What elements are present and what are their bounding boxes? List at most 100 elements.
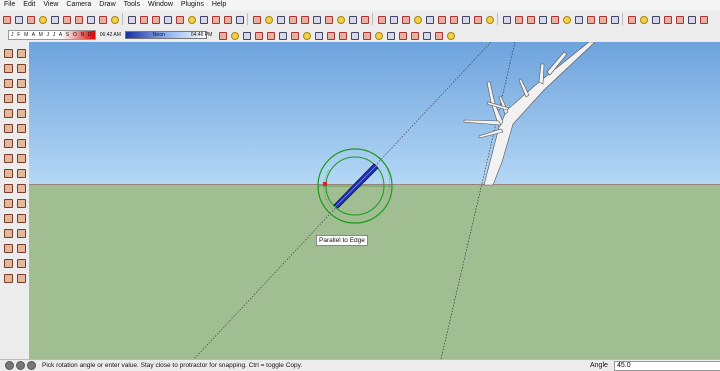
fog-icon[interactable]: [674, 14, 684, 24]
polygon-icon[interactable]: [97, 14, 107, 24]
rotate-icon[interactable]: [150, 14, 160, 24]
text-icon[interactable]: [16, 183, 26, 193]
top-view-icon[interactable]: [376, 14, 386, 24]
trim-icon[interactable]: [373, 30, 384, 40]
select-icon[interactable]: [3, 48, 13, 58]
dimension-icon[interactable]: [222, 14, 232, 24]
look-around-icon[interactable]: [229, 30, 240, 40]
get-models-icon[interactable]: [537, 14, 547, 24]
solid-inspector-icon[interactable]: [409, 30, 420, 40]
freehand-icon[interactable]: [109, 14, 119, 24]
menu-camera[interactable]: Camera: [62, 0, 95, 10]
split-icon[interactable]: [385, 30, 396, 40]
circle-icon[interactable]: [3, 93, 13, 103]
share-model-icon[interactable]: [549, 14, 559, 24]
outliner-icon[interactable]: [686, 14, 696, 24]
3d-text-icon[interactable]: [263, 14, 273, 24]
flip-edge-icon[interactable]: [325, 30, 336, 40]
offset-icon[interactable]: [186, 14, 196, 24]
hidden-line-icon[interactable]: [460, 14, 470, 24]
position-camera-icon[interactable]: [217, 30, 228, 40]
union-icon[interactable]: [349, 30, 360, 40]
freehand-icon[interactable]: [16, 108, 26, 118]
xray-icon[interactable]: [436, 14, 446, 24]
menu-edit[interactable]: Edit: [19, 0, 39, 10]
zoom-icon[interactable]: [299, 14, 309, 24]
previous-view-icon[interactable]: [16, 243, 26, 253]
photo-textures-icon[interactable]: [585, 14, 595, 24]
menu-draw[interactable]: Draw: [95, 0, 119, 10]
arc-icon[interactable]: [85, 14, 95, 24]
layer-manager-icon[interactable]: [638, 14, 648, 24]
eraser-icon[interactable]: [16, 63, 26, 73]
smoove-icon[interactable]: [277, 30, 288, 40]
scale-icon[interactable]: [174, 14, 184, 24]
rectangle-icon[interactable]: [3, 78, 13, 88]
component-attributes-icon[interactable]: [433, 30, 444, 40]
arc-icon[interactable]: [16, 93, 26, 103]
ruby-console-icon[interactable]: [609, 14, 619, 24]
menu-view[interactable]: View: [39, 0, 62, 10]
follow-me-icon[interactable]: [162, 14, 172, 24]
dimension-icon[interactable]: [16, 168, 26, 178]
menu-help[interactable]: Help: [208, 0, 230, 10]
pan-icon[interactable]: [287, 14, 297, 24]
shadow-month-selector[interactable]: J F M A M J J A S O N D: [8, 29, 96, 40]
front-view-icon[interactable]: [388, 14, 398, 24]
interact-icon[interactable]: [445, 30, 456, 40]
menu-tools[interactable]: Tools: [120, 0, 144, 10]
axes-icon[interactable]: [3, 198, 13, 208]
push-pull-icon[interactable]: [138, 14, 148, 24]
push-pull-icon[interactable]: [16, 123, 26, 133]
credits-icon[interactable]: [16, 361, 25, 370]
circle-icon[interactable]: [73, 14, 83, 24]
rectangle-icon[interactable]: [49, 14, 59, 24]
move-icon[interactable]: [126, 14, 136, 24]
orbit-icon[interactable]: [275, 14, 285, 24]
menu-file[interactable]: File: [0, 0, 19, 10]
tape-measure-icon[interactable]: [198, 14, 208, 24]
pan-icon[interactable]: [16, 213, 26, 223]
dynamic-component-icon[interactable]: [421, 30, 432, 40]
position-camera-icon[interactable]: [3, 258, 13, 268]
wireframe-icon[interactable]: [448, 14, 458, 24]
iso-view-icon[interactable]: [359, 14, 369, 24]
paint-bucket-icon[interactable]: [3, 63, 13, 73]
add-location-icon[interactable]: [561, 14, 571, 24]
shadow-settings-icon[interactable]: [662, 14, 672, 24]
menu-plugins[interactable]: Plugins: [177, 0, 208, 10]
display-sections-icon[interactable]: [525, 14, 535, 24]
subtract-icon[interactable]: [361, 30, 372, 40]
next-view-icon[interactable]: [347, 14, 357, 24]
menu-window[interactable]: Window: [144, 0, 177, 10]
look-around-icon[interactable]: [3, 273, 13, 283]
sandbox-from-scratch-icon[interactable]: [265, 30, 276, 40]
section-plane-icon[interactable]: [16, 273, 26, 283]
scale-icon[interactable]: [3, 153, 13, 163]
sandbox-from-contours-icon[interactable]: [253, 30, 264, 40]
outer-shell-icon[interactable]: [397, 30, 408, 40]
zoom-extents-icon[interactable]: [3, 243, 13, 253]
zoom-window-icon[interactable]: [311, 14, 321, 24]
zoom-icon[interactable]: [3, 228, 13, 238]
drawing-viewport[interactable]: Parallel to Edge: [29, 42, 720, 359]
shaded-icon[interactable]: [472, 14, 482, 24]
3d-text-icon[interactable]: [16, 198, 26, 208]
follow-me-icon[interactable]: [16, 138, 26, 148]
drape-icon[interactable]: [301, 30, 312, 40]
walk-icon[interactable]: [16, 258, 26, 268]
make-component-icon[interactable]: [13, 14, 23, 24]
line-icon[interactable]: [16, 78, 26, 88]
scenes-icon[interactable]: [698, 14, 708, 24]
styles-icon[interactable]: [650, 14, 660, 24]
tape-measure-icon[interactable]: [3, 168, 13, 178]
left-view-icon[interactable]: [424, 14, 434, 24]
section-plane-icon[interactable]: [513, 14, 523, 24]
select-icon[interactable]: [1, 14, 11, 24]
make-component-icon[interactable]: [16, 48, 26, 58]
walk-icon[interactable]: [241, 30, 252, 40]
move-icon[interactable]: [3, 123, 13, 133]
zoom-window-icon[interactable]: [16, 228, 26, 238]
user-icon[interactable]: [27, 361, 36, 370]
protractor-icon[interactable]: [3, 183, 13, 193]
